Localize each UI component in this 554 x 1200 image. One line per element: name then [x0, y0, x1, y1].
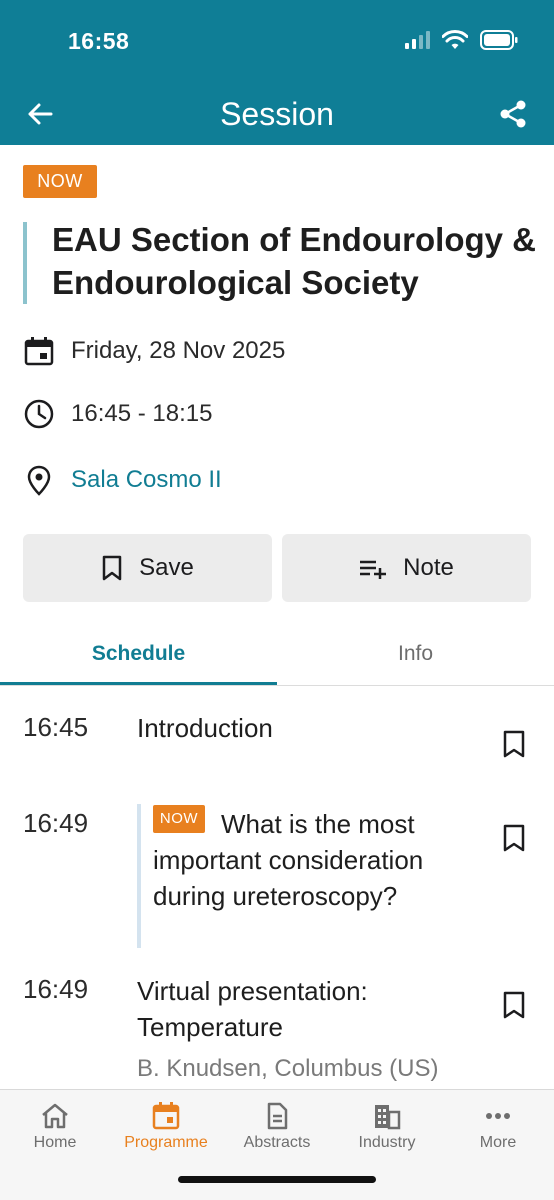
document-icon	[267, 1102, 288, 1130]
nav-abstracts[interactable]: Abstracts	[222, 1102, 332, 1152]
save-button-label: Save	[139, 554, 194, 581]
note-button[interactable]: Note	[282, 534, 531, 602]
nav-home[interactable]: Home	[0, 1102, 110, 1152]
calendar-icon	[152, 1102, 180, 1130]
location-row[interactable]: Sala Cosmo II	[23, 463, 222, 497]
time-row: 16:45 - 18:15	[23, 397, 212, 431]
more-icon	[486, 1113, 510, 1119]
bookmark-icon[interactable]	[500, 729, 528, 759]
note-button-label: Note	[403, 554, 454, 581]
item-title: What is the most important consideration…	[153, 809, 424, 911]
status-icons	[404, 30, 518, 50]
item-title: Virtual presentation: Temperature	[137, 976, 368, 1042]
session-location-link[interactable]: Sala Cosmo II	[71, 466, 222, 494]
active-tab-indicator	[0, 682, 277, 685]
battery-icon	[480, 30, 518, 50]
item-time: 16:45	[23, 712, 89, 742]
item-time: 16:49	[23, 808, 89, 838]
nav-programme-label: Programme	[124, 1134, 208, 1151]
tab-bar: Schedule Info	[0, 628, 554, 686]
nav-abstracts-label: Abstracts	[243, 1134, 311, 1151]
home-icon	[42, 1103, 68, 1129]
now-badge: NOW	[23, 165, 97, 198]
current-item-bar	[137, 804, 141, 948]
bookmark-icon[interactable]	[500, 990, 528, 1020]
item-title: Introduction	[137, 713, 273, 743]
status-time: 16:58	[68, 28, 130, 54]
tab-info[interactable]: Info	[277, 642, 554, 666]
location-pin-icon	[27, 465, 51, 496]
nav-more[interactable]: More	[443, 1102, 553, 1152]
item-time: 16:49	[23, 974, 89, 1004]
calendar-icon	[24, 337, 54, 366]
session-time: 16:45 - 18:15	[71, 400, 213, 427]
share-icon[interactable]	[498, 99, 528, 129]
session-date: Friday, 28 Nov 2025	[71, 337, 286, 364]
nav-more-label: More	[479, 1134, 517, 1151]
nav-home-label: Home	[33, 1134, 77, 1151]
save-button[interactable]: Save	[23, 534, 272, 602]
date-row: Friday, 28 Nov 2025	[23, 334, 285, 368]
bookmark-icon	[102, 555, 122, 581]
add-note-icon	[360, 560, 387, 579]
item-speaker: B. Knudsen, Columbus (US)	[137, 1055, 439, 1082]
session-title: EAU Section of Endourology & Endourologi…	[52, 221, 536, 301]
home-indicator[interactable]	[178, 1176, 376, 1183]
nav-programme[interactable]: Programme	[111, 1102, 221, 1152]
nav-industry[interactable]: Industry	[332, 1102, 442, 1152]
wifi-icon	[442, 30, 468, 49]
tab-schedule[interactable]: Schedule	[0, 642, 277, 666]
session-title-block: EAU Section of Endourology & Endourologi…	[23, 221, 543, 304]
clock-icon	[24, 399, 54, 429]
page-title: Session	[220, 96, 334, 132]
bottom-nav: Home Programme Abstracts Industry More	[0, 1089, 554, 1200]
signal-icon	[405, 31, 430, 49]
app-header: 16:58 Session	[0, 0, 554, 145]
nav-industry-label: Industry	[358, 1134, 416, 1151]
building-icon	[375, 1105, 401, 1130]
bookmark-icon[interactable]	[500, 823, 528, 853]
